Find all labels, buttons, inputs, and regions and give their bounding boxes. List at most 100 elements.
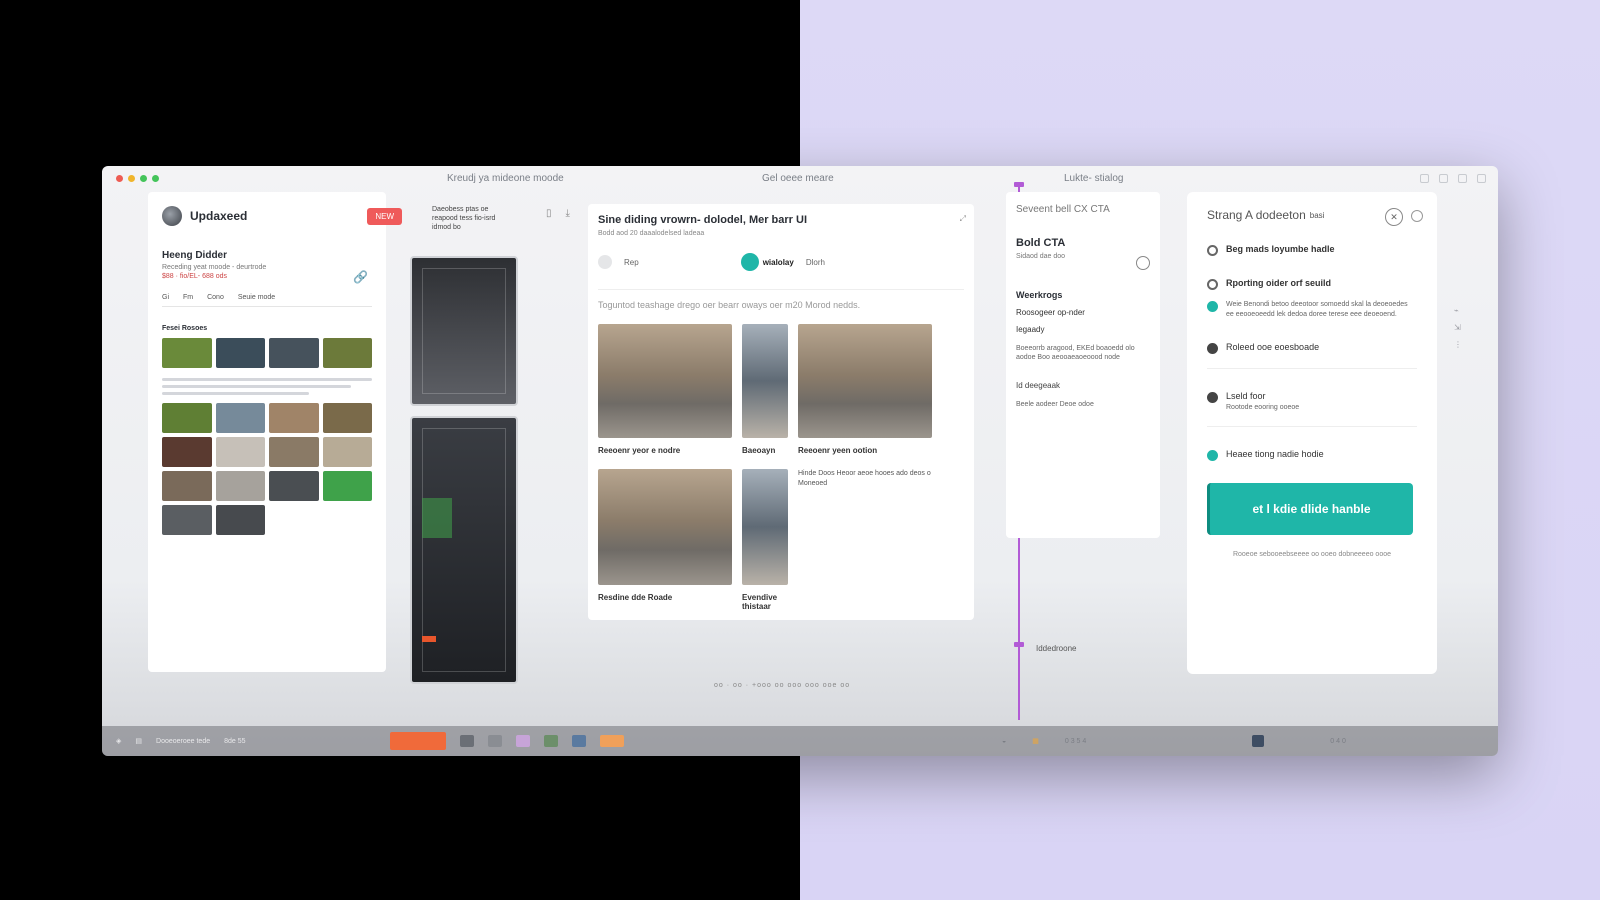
thumbnail[interactable] bbox=[215, 403, 265, 433]
cta-button[interactable]: et l kdie dlide hanble bbox=[1207, 483, 1413, 536]
thumbnail[interactable] bbox=[322, 471, 372, 501]
tab-icon[interactable] bbox=[598, 255, 612, 269]
thumbnail[interactable] bbox=[215, 437, 265, 467]
card[interactable]: Evendive thistaar bbox=[742, 469, 788, 611]
card[interactable]: Baeoayn bbox=[742, 324, 788, 455]
app-icon[interactable] bbox=[543, 735, 558, 747]
download-icon[interactable]: ⤓ bbox=[566, 208, 570, 219]
tab-active[interactable]: wialolay bbox=[740, 253, 794, 271]
thumbnail[interactable] bbox=[269, 338, 319, 368]
minimize-icon[interactable] bbox=[128, 174, 135, 182]
fullscreen-icon[interactable] bbox=[152, 174, 159, 182]
app-icon[interactable] bbox=[571, 735, 586, 747]
thumbnail[interactable] bbox=[269, 471, 319, 501]
warning-item: Iegaady bbox=[1016, 325, 1045, 334]
radio-icon bbox=[1207, 342, 1218, 354]
radio-icon bbox=[1207, 279, 1218, 290]
panel-a-tabs: Gi Fm Cono Seuie mode bbox=[162, 294, 372, 307]
battery-icon[interactable]: ▦ bbox=[1032, 737, 1039, 745]
guide-handle-top[interactable] bbox=[1014, 182, 1024, 187]
thumbnail[interactable] bbox=[215, 471, 265, 501]
start-icon[interactable]: ◈ bbox=[116, 737, 121, 745]
tab-rep[interactable]: Rep bbox=[624, 258, 639, 267]
right-panel-title: Strang A dodeeton bbox=[1207, 208, 1306, 222]
thumbnail[interactable] bbox=[162, 437, 212, 467]
option-desc: Weie Benondi betoo deeotoor somoedd skal… bbox=[1226, 301, 1408, 318]
warning-item: Roosogeer op-nder bbox=[1016, 308, 1085, 317]
panel-icon[interactable] bbox=[1458, 173, 1467, 183]
app-icon[interactable] bbox=[459, 735, 474, 747]
new-button[interactable]: NEW bbox=[367, 208, 402, 225]
guide-handle-bottom[interactable] bbox=[1014, 642, 1024, 647]
window-toolbar-icons bbox=[1420, 173, 1486, 183]
option-label: Heaee tiong nadie hodie bbox=[1226, 449, 1324, 460]
window-title-center: Gel oeee meare bbox=[762, 172, 834, 184]
option-label: Roleed ooe eoesboade bbox=[1226, 341, 1320, 352]
pagination[interactable]: oo · oo · +ooo oo ooo ooo ooe oo bbox=[714, 682, 850, 689]
layout-icon[interactable] bbox=[1420, 173, 1429, 183]
tray-end: 0 4 0 bbox=[1330, 737, 1346, 745]
more-icon[interactable] bbox=[1477, 173, 1486, 183]
window-controls bbox=[116, 174, 159, 182]
card-caption: Reeoenr yeen ootion bbox=[798, 446, 878, 455]
option[interactable]: Heaee tiong nadie hodie bbox=[1207, 449, 1417, 462]
thumbnail[interactable] bbox=[269, 437, 319, 467]
card[interactable]: Resdine dde Roade bbox=[598, 469, 732, 611]
taskbar-active-app[interactable] bbox=[389, 732, 446, 750]
thumbnail[interactable] bbox=[322, 338, 372, 368]
card-image bbox=[598, 324, 732, 438]
option[interactable]: Lseld foor Rootode eooring ooeoe bbox=[1207, 391, 1417, 413]
tab-3[interactable]: Cono bbox=[207, 294, 224, 301]
card[interactable]: Reeoenr yeor e nodre bbox=[598, 324, 732, 455]
panel-b-description: Toguntod teashage drego oer bearr oways … bbox=[598, 289, 964, 310]
menu-icon[interactable]: ▤ bbox=[135, 737, 142, 745]
option[interactable]: Beg mads loyumbe hadle bbox=[1207, 244, 1417, 256]
tab-2[interactable]: Fm bbox=[183, 294, 193, 301]
option-label: Beg mads loyumbe hadle bbox=[1226, 244, 1335, 254]
split-icon[interactable] bbox=[1439, 173, 1448, 183]
smile-icon[interactable] bbox=[1136, 256, 1150, 270]
phone-preview-2[interactable] bbox=[410, 416, 518, 684]
app-window: Kreudj ya mideone moode Gel oeee meare L… bbox=[102, 166, 1498, 756]
panel-b-title: Sine diding vrowrn- dolodel, Mer barr UI bbox=[598, 214, 808, 226]
dots-icon[interactable]: ⋮ bbox=[1454, 340, 1462, 349]
brand: Updaxeed bbox=[162, 206, 372, 226]
text-placeholder bbox=[162, 378, 372, 395]
tab-1[interactable]: Gi bbox=[162, 294, 169, 301]
wifi-icon[interactable]: ◒ bbox=[1002, 738, 1006, 745]
cta-section-sub: Beele aodeer Deoe odoe bbox=[1016, 400, 1094, 408]
phone-header: Daeobess ptas oe reapood tess fio-isrd i… bbox=[432, 206, 496, 231]
thumbnail[interactable] bbox=[162, 403, 212, 433]
pin-icon[interactable]: ⌁ bbox=[1454, 306, 1462, 315]
tab-4[interactable]: Seuie mode bbox=[238, 294, 275, 301]
option[interactable]: Roleed ooe eoesboade bbox=[1207, 342, 1417, 354]
thumbnail[interactable] bbox=[162, 505, 212, 535]
thumbnail[interactable] bbox=[162, 338, 212, 368]
thumbnail[interactable] bbox=[215, 505, 265, 535]
thumbnail[interactable] bbox=[322, 403, 372, 433]
thumbnail[interactable] bbox=[269, 403, 319, 433]
close-icon[interactable] bbox=[116, 174, 123, 182]
card-image bbox=[798, 324, 932, 438]
clock: 0 3 5 4 bbox=[1064, 737, 1087, 745]
right-panel: Strang A dodeeton basi ✕ Beg mads loyumb… bbox=[1187, 192, 1437, 674]
tab-dlorh[interactable]: Dlorh bbox=[806, 258, 825, 267]
link-icon[interactable]: 🔗 bbox=[353, 270, 368, 284]
option[interactable]: Weie Benondi betoo deeotoor somoedd skal… bbox=[1207, 300, 1417, 320]
dismiss-icon[interactable]: ✕ bbox=[1385, 208, 1403, 226]
bookmark-icon[interactable]: ▯ bbox=[546, 208, 552, 219]
app-icon[interactable] bbox=[487, 735, 502, 747]
expand-icon[interactable]: ⤢ bbox=[960, 214, 966, 224]
app-icon[interactable] bbox=[515, 735, 530, 747]
notification-icon[interactable] bbox=[1252, 735, 1265, 747]
phone-preview-1[interactable] bbox=[410, 256, 518, 406]
thumbnail[interactable] bbox=[215, 338, 265, 368]
pointer-icon[interactable]: ⇲ bbox=[1454, 323, 1462, 332]
maximize-icon[interactable] bbox=[140, 174, 147, 182]
help-icon[interactable] bbox=[1411, 210, 1423, 222]
option[interactable]: Rporting oider orf seuild bbox=[1207, 278, 1417, 290]
app-icon[interactable] bbox=[599, 735, 624, 747]
thumbnail[interactable] bbox=[322, 437, 372, 467]
thumbnail[interactable] bbox=[162, 471, 212, 501]
card[interactable]: Reeoenr yeen ootion bbox=[798, 324, 932, 455]
